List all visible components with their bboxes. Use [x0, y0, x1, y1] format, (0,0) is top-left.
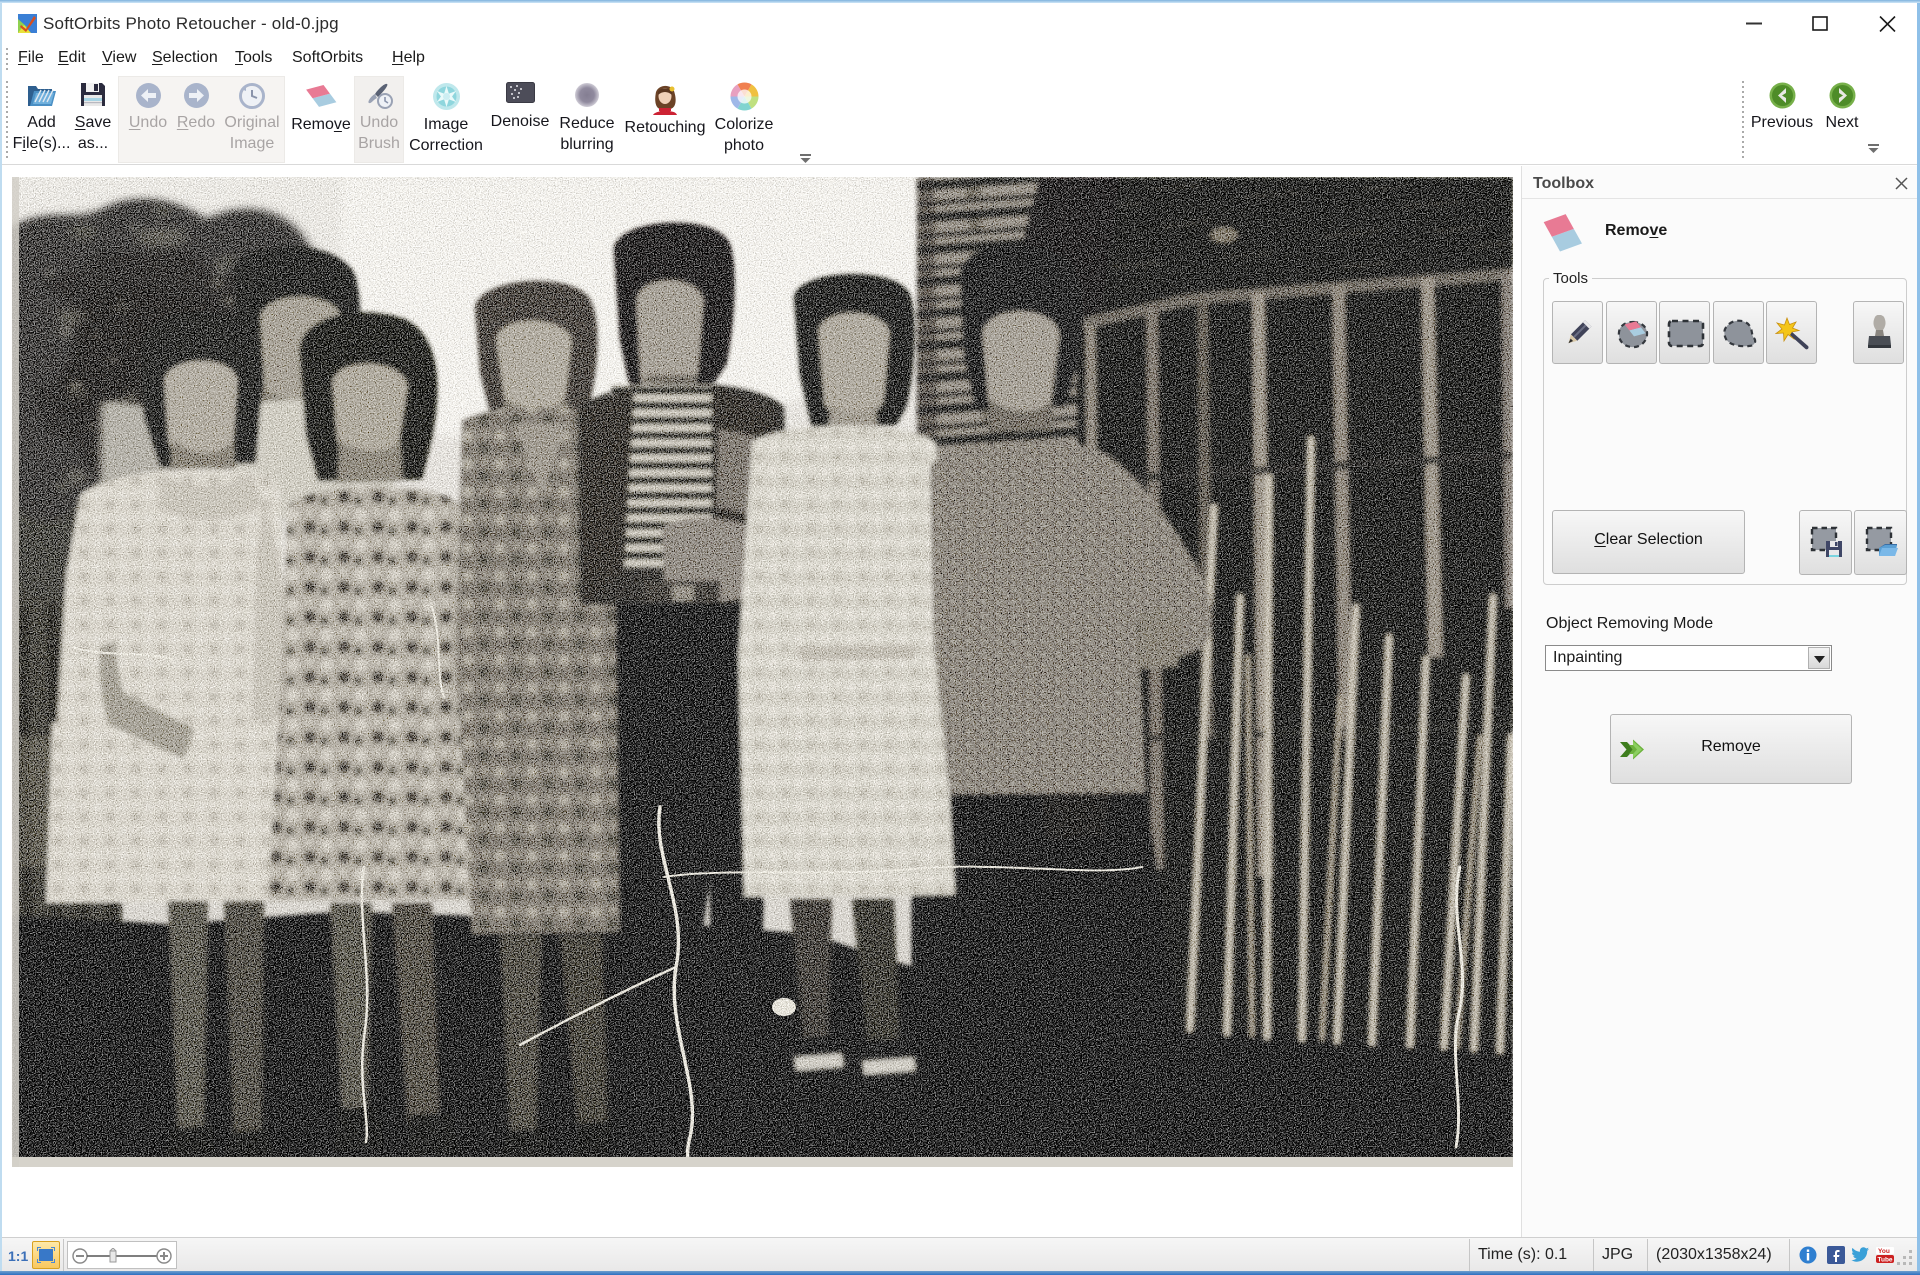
svg-text:You: You	[1878, 1248, 1890, 1255]
svg-text:Tube: Tube	[1878, 1257, 1893, 1264]
